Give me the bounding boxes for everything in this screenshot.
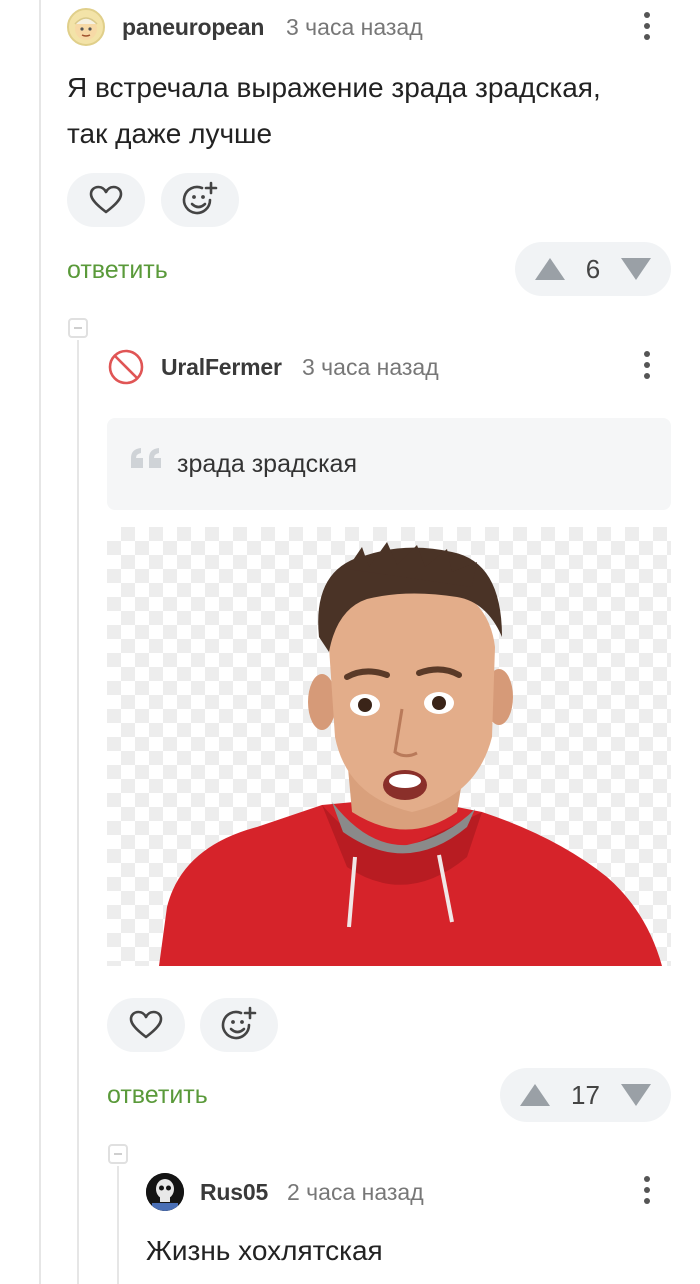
triangle-down-icon[interactable]: [619, 256, 653, 282]
vote-control: 6: [515, 242, 671, 296]
heart-icon: [129, 1010, 163, 1039]
avatar[interactable]: [107, 348, 145, 386]
username[interactable]: UralFermer: [161, 354, 282, 381]
skull-avatar-icon: [146, 1173, 184, 1211]
quote-text: зрада зрадская: [177, 450, 357, 478]
comment-text-line: так даже лучше: [67, 118, 273, 149]
triangle-down-icon[interactable]: [619, 1082, 653, 1108]
collapse-thread-icon[interactable]: [108, 1144, 128, 1164]
vote-control: 17: [500, 1068, 671, 1122]
vote-count: 6: [585, 253, 601, 284]
add-reaction-button[interactable]: [200, 998, 278, 1052]
comment-image[interactable]: [107, 527, 671, 966]
vote-count: 17: [571, 1079, 600, 1110]
timestamp[interactable]: 2 часа назад: [287, 1179, 424, 1206]
avatar[interactable]: [67, 8, 105, 46]
thread-line-root: [39, 0, 41, 1284]
comment-text: Жизнь хохлятская: [146, 1235, 383, 1266]
timestamp[interactable]: 3 часа назад: [286, 14, 423, 41]
add-emoji-icon: [182, 181, 218, 215]
no-avatar-icon: [108, 349, 144, 385]
timestamp[interactable]: 3 часа назад: [302, 354, 439, 381]
reply-link[interactable]: ответить: [67, 256, 168, 285]
thread-line: [77, 340, 79, 1284]
like-button[interactable]: [67, 173, 145, 227]
quote-icon: [131, 448, 161, 468]
kebab-menu-icon[interactable]: [643, 12, 651, 45]
collapse-thread-icon[interactable]: [68, 318, 88, 338]
reply-link[interactable]: ответить: [107, 1081, 208, 1110]
triangle-up-icon[interactable]: [533, 256, 567, 282]
thread-line: [117, 1166, 119, 1284]
username[interactable]: paneuropean: [122, 14, 264, 41]
quote-block: зрада зрадская: [107, 418, 671, 510]
kebab-menu-icon[interactable]: [643, 351, 651, 384]
like-button[interactable]: [107, 998, 185, 1052]
avatar[interactable]: [146, 1173, 184, 1211]
triangle-up-icon[interactable]: [518, 1082, 552, 1108]
kebab-menu-icon[interactable]: [643, 1176, 651, 1209]
add-emoji-icon: [221, 1006, 257, 1040]
sticker-photo: [159, 542, 662, 966]
username[interactable]: Rus05: [200, 1179, 268, 1206]
comment-text-line: Я встречала выражение зрада зрадская,: [67, 72, 601, 103]
heart-icon: [89, 185, 123, 214]
avatar-face-icon: [74, 17, 98, 40]
add-reaction-button[interactable]: [161, 173, 239, 227]
